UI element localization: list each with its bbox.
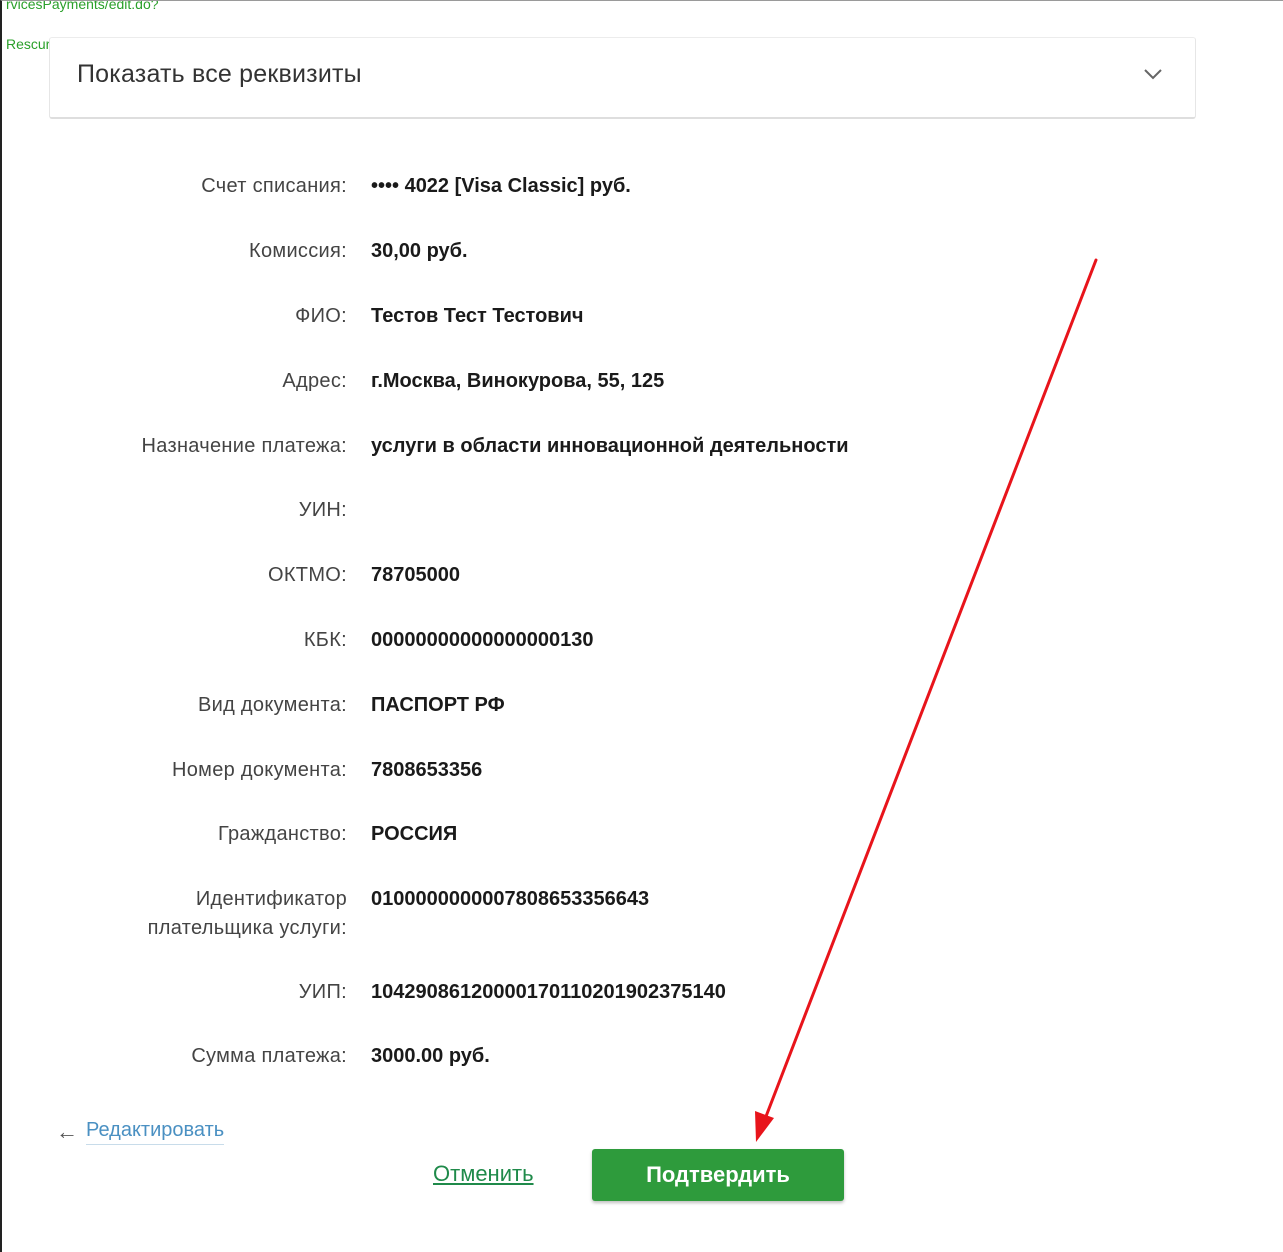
- edit-link[interactable]: ← Редактировать: [56, 1119, 225, 1145]
- field-value: 78705000: [371, 564, 460, 586]
- field-label: КБК:: [303, 629, 347, 651]
- field-label: Адрес:: [282, 370, 347, 392]
- chevron-down-icon: [1144, 69, 1162, 80]
- field-label-line-2: плательщика услуги:: [147, 917, 347, 939]
- field-label: Счет списания:: [201, 175, 347, 197]
- field-label: УИН:: [298, 499, 347, 521]
- field-value: 10429086120000170110201902375140: [371, 981, 726, 1003]
- field-label: УИП:: [298, 981, 347, 1003]
- field-value: 30,00 руб.: [371, 240, 468, 262]
- field-value: РОССИЯ: [371, 823, 458, 845]
- show-all-details-toggle[interactable]: Показать все реквизиты: [49, 37, 1196, 119]
- field-label: Сумма платежа:: [191, 1045, 347, 1067]
- field-value: 00000000000000000130: [371, 629, 594, 651]
- field-label: Комиссия:: [249, 240, 347, 262]
- field-value: 0100000000007808653356643: [371, 888, 650, 910]
- field-value: ПАСПОРТ РФ: [371, 694, 505, 716]
- field-label: Номер документа:: [172, 759, 347, 781]
- field-value: г.Москва, Винокурова, 55, 125: [371, 370, 665, 392]
- field-value: •••• 4022 [Visa Classic] руб.: [371, 175, 631, 197]
- payment-confirmation-page: rvicesPayments/edit.do? Rescurce=&')"> П…: [0, 0, 1283, 1252]
- code-snippet-line-1: rvicesPayments/edit.do?: [6, 0, 159, 12]
- field-label: Назначение платежа:: [141, 435, 347, 457]
- field-value: Тестов Тест Тестович: [371, 305, 584, 327]
- field-label: ФИО:: [295, 305, 347, 327]
- field-label-line-1: Идентификатор: [195, 888, 347, 910]
- field-label: Гражданство:: [217, 823, 347, 845]
- field-label: Вид документа:: [197, 694, 347, 716]
- edit-link-label: Редактировать: [86, 1119, 225, 1145]
- arrow-left-icon: ←: [56, 1119, 78, 1144]
- field-value: 7808653356: [371, 759, 483, 781]
- confirm-button[interactable]: Подтвердить: [592, 1149, 844, 1201]
- field-label-multiline: Идентификатор плательщика услуги:: [47, 885, 347, 943]
- field-label: ОКТМО:: [268, 564, 347, 586]
- field-value: 3000.00 руб.: [371, 1045, 490, 1067]
- cancel-link[interactable]: Отменить: [433, 1161, 534, 1187]
- show-all-details-label: Показать все реквизиты: [77, 60, 362, 88]
- field-value: услуги в области инновационной деятельно…: [371, 435, 849, 457]
